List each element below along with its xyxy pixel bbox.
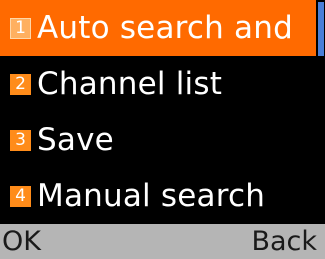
menu-item-auto-search[interactable]: 1 Auto search and [0,0,316,56]
number-badge: 1 [10,17,31,39]
menu-item-channel-list[interactable]: 2 Channel list [0,56,316,112]
scrollbar[interactable] [318,0,325,224]
softkey-bar: OK Back [0,224,325,259]
menu-list: 1 Auto search and 2 Channel list 3 Save … [0,0,316,224]
menu-item-save[interactable]: 3 Save [0,112,316,168]
back-softkey[interactable]: Back [251,224,317,259]
phone-screen: 1 Auto search and 2 Channel list 3 Save … [0,0,325,259]
number-badge: 2 [10,73,31,95]
menu-item-label: Channel list [37,66,223,102]
menu-item-manual-search[interactable]: 4 Manual search [0,168,316,224]
number-badge: 4 [10,185,31,207]
menu-item-label: Save [37,122,114,158]
ok-softkey[interactable]: OK [2,224,41,259]
scroll-thumb[interactable] [318,2,324,56]
number-badge: 3 [10,129,31,151]
menu-item-label: Manual search [37,178,266,214]
menu-item-label: Auto search and [37,10,293,46]
